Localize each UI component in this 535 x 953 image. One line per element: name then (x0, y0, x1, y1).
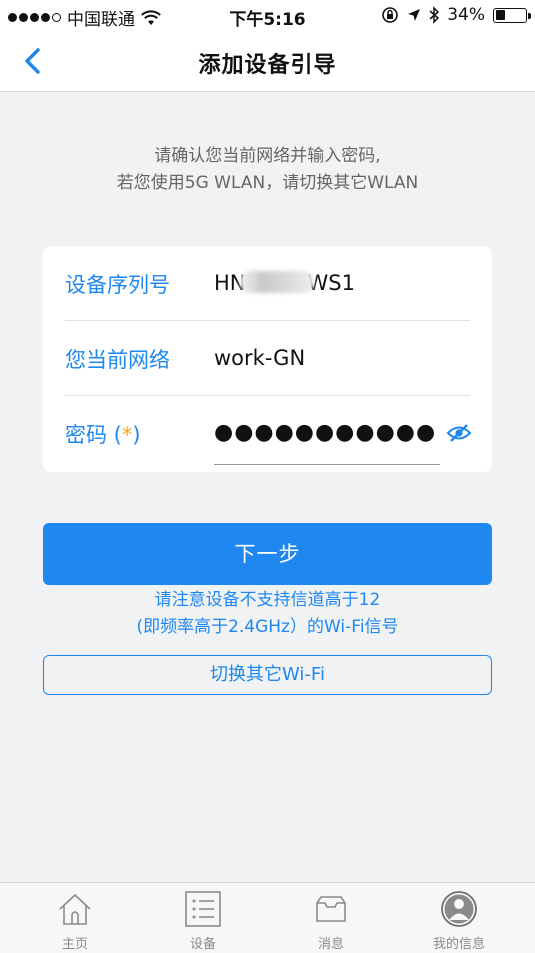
next-step-button[interactable]: 下一步 (43, 523, 492, 585)
serial-blur-mask (239, 271, 314, 293)
tab-bar: 主页 设备 消息 我的信息 (0, 882, 535, 953)
password-underline (214, 464, 440, 465)
password-label-close: ) (132, 423, 141, 447)
profile-icon (441, 891, 477, 927)
message-tray-icon (316, 896, 346, 922)
battery-icon (493, 7, 531, 23)
status-bar: 中国联通 下午5:16 34% (0, 0, 535, 30)
eye-hidden-icon[interactable] (446, 424, 472, 442)
bluetooth-icon (429, 6, 440, 24)
nav-bar: 添加设备引导 (0, 30, 535, 92)
orientation-lock-icon (382, 7, 399, 23)
password-label-text: 密码 ( (65, 423, 122, 447)
serial-row: 设备序列号 HN WS1 (65, 246, 470, 321)
password-input[interactable]: ●●●●●●●●●●● (214, 420, 436, 445)
switch-wifi-button[interactable]: 切换其它Wi-Fi (43, 655, 492, 695)
tab-messages[interactable]: 消息 (264, 883, 398, 953)
serial-value: HN WS1 (214, 271, 355, 295)
battery-percent: 34% (447, 5, 485, 25)
status-right: 34% (381, 5, 531, 25)
tab-home[interactable]: 主页 (8, 883, 142, 953)
page-title: 添加设备引导 (198, 53, 337, 78)
tab-home-label: 主页 (61, 937, 88, 952)
network-label: 您当前网络 (65, 348, 170, 372)
hint-line-1: 请确认您当前网络并输入密码, (154, 146, 381, 166)
notice-line-2: (即频率高于2.4GHz）的Wi-Fi信号 (136, 617, 399, 637)
network-hint: 请确认您当前网络并输入密码, 若您使用5G WLAN，请切换其它WLAN (0, 143, 535, 197)
device-list-icon (185, 891, 221, 927)
network-value: work-GN (214, 346, 306, 370)
home-icon (59, 893, 91, 925)
network-row: 您当前网络 work-GN (65, 321, 470, 396)
tab-profile-label: 我的信息 (432, 937, 485, 952)
location-arrow-icon (408, 9, 421, 21)
tab-devices[interactable]: 设备 (136, 883, 270, 953)
battery-level (495, 10, 506, 20)
tab-messages-label: 消息 (317, 937, 344, 952)
serial-label: 设备序列号 (65, 273, 170, 297)
password-label: 密码 (*) (65, 419, 141, 449)
channel-notice: 请注意设备不支持信道高于12 (即频率高于2.4GHz）的Wi-Fi信号 (0, 587, 535, 641)
notice-line-1: 请注意设备不支持信道高于12 (154, 590, 381, 610)
tab-devices-label: 设备 (189, 937, 216, 952)
device-form-card: 设备序列号 HN WS1 您当前网络 work-GN 密码 (*) ●●●●●●●… (43, 246, 492, 472)
password-row: 密码 (*) ●●●●●●●●●●● (65, 396, 472, 471)
tab-profile[interactable]: 我的信息 (392, 883, 526, 953)
hint-line-2: 若您使用5G WLAN，请切换其它WLAN (116, 173, 419, 193)
required-asterisk: * (121, 423, 133, 447)
serial-suffix: WS1 (307, 271, 355, 295)
